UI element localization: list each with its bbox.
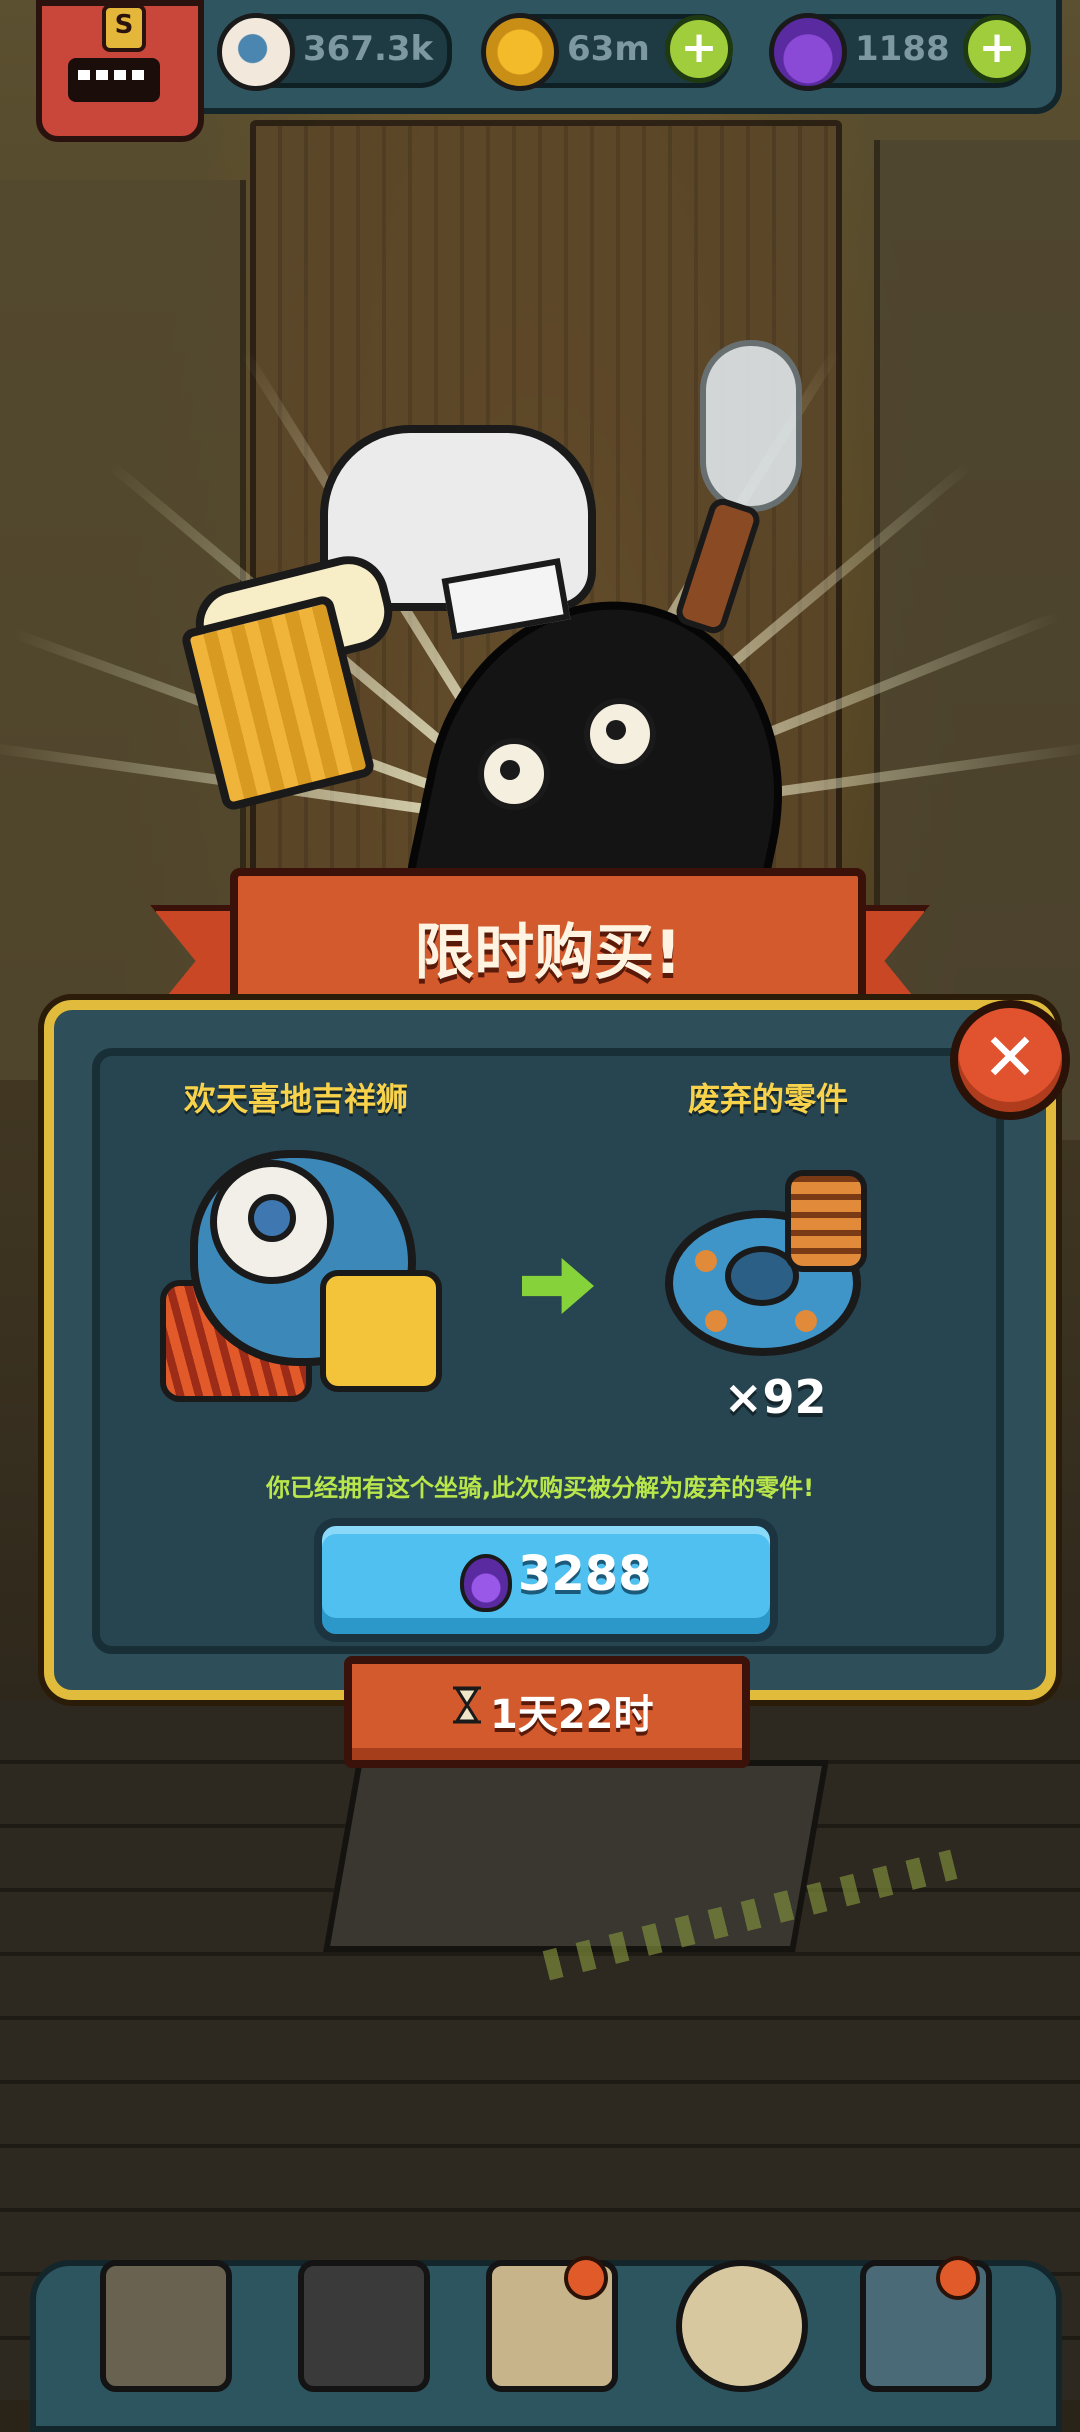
potion-icon [460,1554,512,1612]
offer-timer: 1天22时 [344,1656,750,1768]
coin-icon [481,13,559,91]
book-notification-dot [564,2256,608,2300]
scrap-parts-icon [665,1170,867,1370]
eyes-currency: 367.3k [217,13,452,91]
timer-text: 1天22时 [490,1692,654,1738]
nav-building-icon[interactable] [100,2260,232,2392]
offer-title: 限时购买! [414,918,682,988]
potions-currency: 1188 + [769,13,1031,91]
top-hud: S 367.3k 63m + 1188 + [0,0,1080,142]
grid-notification-dot [936,2256,980,2300]
nav-monster-icon[interactable] [298,2260,430,2392]
offer-banner: 限时购买! [230,868,866,1022]
potions-value: 1188 [855,29,950,69]
buy-button[interactable]: 3288 [314,1518,778,1642]
eyeball-icon [217,13,295,91]
coins-value: 63m [567,29,650,69]
nav-bag-icon[interactable] [676,2260,808,2392]
buy-price: 3288 [518,1546,652,1602]
eyes-value: 367.3k [303,29,434,69]
close-button[interactable]: ✕ [950,1000,1070,1120]
player-avatar[interactable]: S [36,0,204,142]
conversion-notice: 你已经拥有这个坐骑,此次购买被分解为废弃的零件! [265,1474,815,1502]
coins-currency: 63m + [481,13,733,91]
cigar-smoke [700,340,802,512]
parts-quantity: ×92 [724,1370,827,1424]
potion-icon [769,13,847,91]
monster-eye-left [478,738,550,810]
add-potions-button[interactable]: + [963,15,1031,83]
add-coins-button[interactable]: + [665,15,733,83]
rank-crest-icon: S [102,4,146,52]
lion-mount-icon [150,1130,450,1430]
hourglass-icon [453,1686,481,1724]
parts-item-name: 废弃的零件 [688,1080,849,1118]
monster-eye-right [584,698,656,770]
avatar-face-icon [68,58,160,102]
mount-item-name: 欢天喜地吉祥狮 [184,1080,409,1118]
